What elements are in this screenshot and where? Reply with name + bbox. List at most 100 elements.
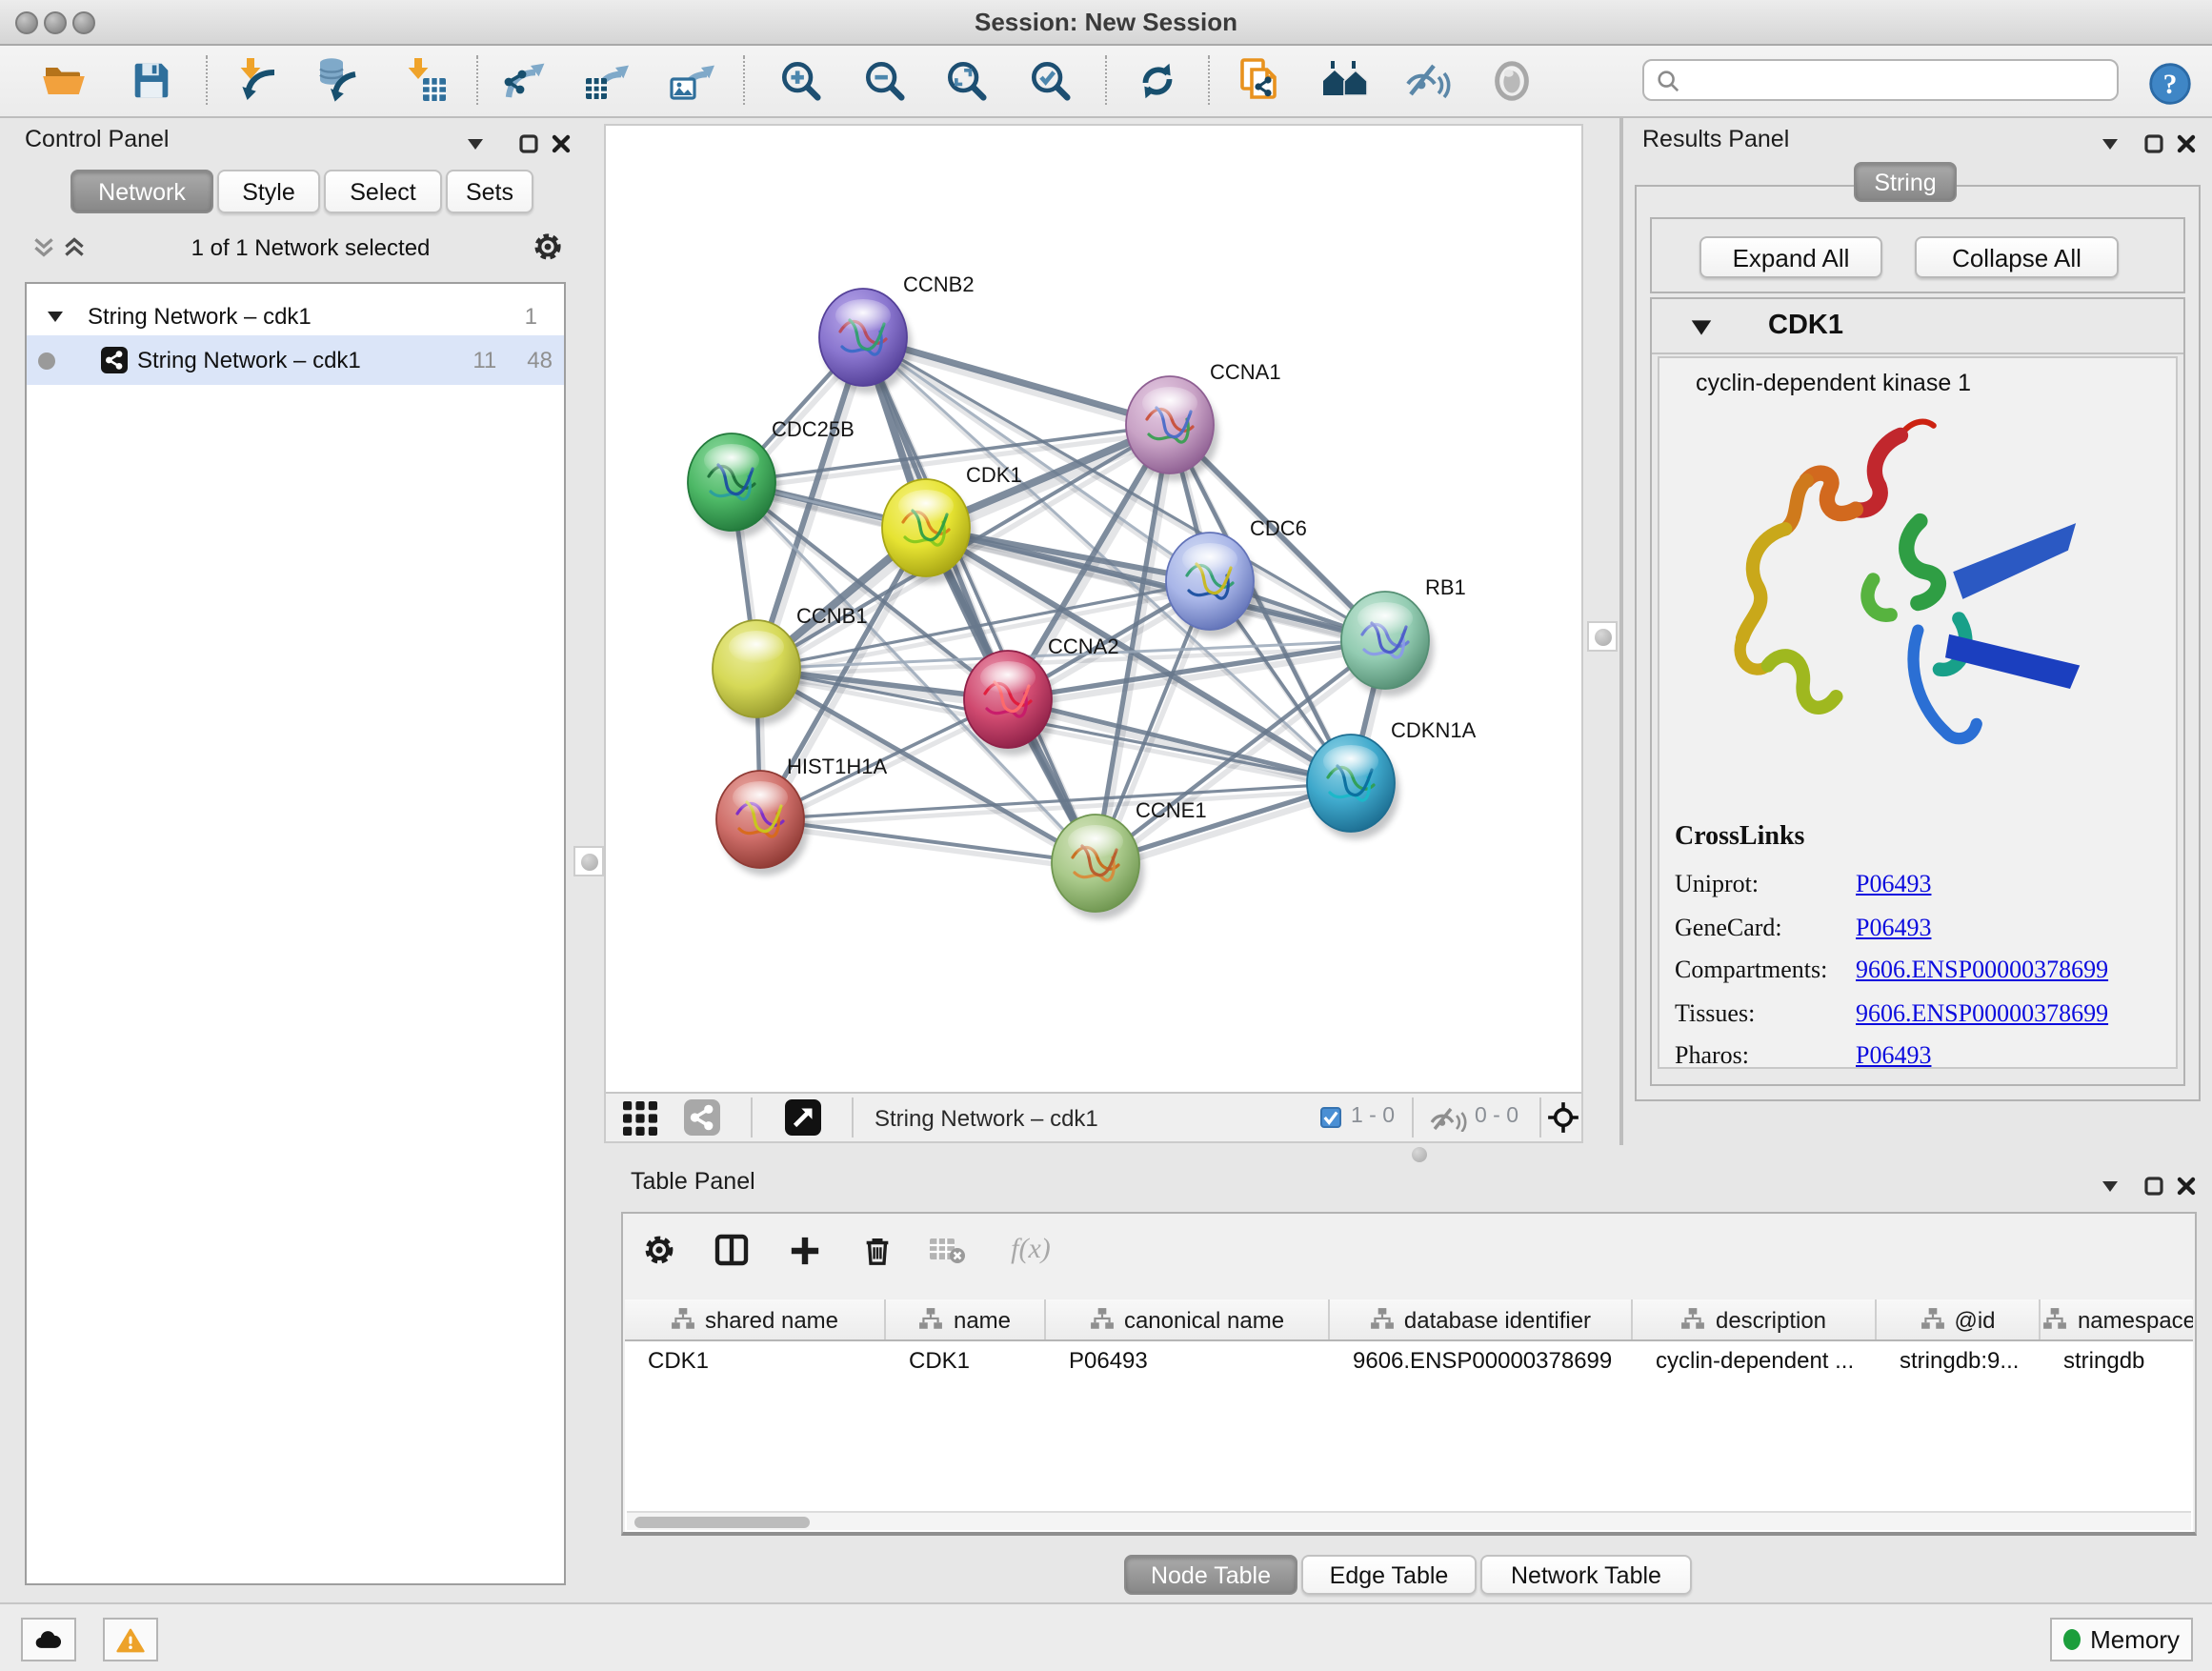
crosslink-link[interactable]: 9606.ENSP00000378699 <box>1856 998 2108 1029</box>
gene-card-header[interactable]: CDK1 <box>1652 299 2183 354</box>
zoom-selected-button[interactable] <box>1021 51 1078 109</box>
network-node-ccna1[interactable]: CCNA1 <box>1126 360 1281 481</box>
crosslink-link[interactable]: 9606.ENSP00000378699 <box>1856 956 2108 986</box>
collapse-all-button[interactable]: Collapse All <box>1915 236 2119 278</box>
export-network-button[interactable] <box>495 51 553 109</box>
network-graph[interactable]: CCNB2CCNA1CDC25BCDK1CDC6RB1CCNB1CCNA2CDK… <box>606 126 1581 1092</box>
results-panel-close-icon[interactable] <box>2176 133 2197 154</box>
column-header--id[interactable]: @id <box>1877 1299 2041 1339</box>
cloud-status-button[interactable] <box>21 1618 76 1661</box>
collapse-all-icon[interactable] <box>30 234 57 261</box>
zoom-fit-button[interactable] <box>937 51 995 109</box>
column-header-canonical-name[interactable]: canonical name <box>1046 1299 1330 1339</box>
table-panel-maximize-icon[interactable] <box>2143 1176 2164 1197</box>
tab-edge-table[interactable]: Edge Table <box>1301 1555 1477 1595</box>
tab-select[interactable]: Select <box>324 170 442 213</box>
table-cell: P06493 <box>1046 1346 1330 1373</box>
table-cell: 9606.ENSP00000378699 <box>1330 1346 1633 1373</box>
preview-sphere-button[interactable] <box>1482 51 1539 109</box>
tab-sets[interactable]: Sets <box>446 170 533 213</box>
column-header-database-identifier[interactable]: database identifier <box>1330 1299 1633 1339</box>
crosslink-link[interactable]: P06493 <box>1856 870 1931 900</box>
delete-column-trash-icon[interactable] <box>857 1231 895 1269</box>
node-gloss-highlight <box>704 444 759 476</box>
network-edge[interactable] <box>863 337 1096 863</box>
network-options-gear-icon[interactable] <box>532 231 564 263</box>
current-network-dot <box>38 352 55 369</box>
network-node-hist1h1a[interactable]: HIST1H1A <box>716 755 887 876</box>
selected-checkbox-icon[interactable] <box>1320 1107 1341 1128</box>
table-cell: stringdb:9... <box>1877 1346 2041 1373</box>
search-input[interactable] <box>1688 65 2105 95</box>
control-panel-splitter-handle[interactable] <box>573 846 604 876</box>
tab-network-table[interactable]: Network Table <box>1480 1555 1692 1595</box>
expand-all-button[interactable]: Expand All <box>1699 236 1882 278</box>
fit-move-crosshair-icon[interactable] <box>1547 1101 1579 1134</box>
eye-slash-wave-icon <box>1402 55 1452 105</box>
network-collection-row[interactable]: String Network – cdk1 1 <box>27 295 564 335</box>
tab-style[interactable]: Style <box>217 170 320 213</box>
network-node-rb1[interactable]: RB1 <box>1341 575 1466 696</box>
help-button[interactable]: ? <box>2142 55 2199 112</box>
open-session-button[interactable] <box>36 51 93 109</box>
column-type-icon <box>1920 1307 1944 1332</box>
gene-result-card: CDK1 cyclin-dependent kinase 1 <box>1650 297 2185 1086</box>
string-network-icon[interactable] <box>684 1099 720 1136</box>
network-node-ccnb2[interactable]: CCNB2 <box>819 272 975 393</box>
zoom-in-button[interactable] <box>772 51 829 109</box>
crosslink-link[interactable]: P06493 <box>1856 1041 1931 1070</box>
save-session-button[interactable] <box>122 51 179 109</box>
memory-button[interactable]: Memory <box>2050 1618 2193 1661</box>
column-header-name[interactable]: name <box>886 1299 1046 1339</box>
network-row-selected[interactable]: String Network – cdk1 11 48 <box>27 335 564 385</box>
create-column-plus-icon[interactable] <box>785 1231 823 1269</box>
tab-node-table[interactable]: Node Table <box>1124 1555 1297 1595</box>
crosslink-label: Uniprot: <box>1675 870 1856 900</box>
column-header-description[interactable]: description <box>1633 1299 1877 1339</box>
table-row[interactable]: CDK1CDK1P064939606.ENSP00000378699cyclin… <box>625 1341 2193 1378</box>
search-icon <box>1656 68 1680 92</box>
hide-selection-button[interactable] <box>1398 51 1456 109</box>
column-header-namespace[interactable]: namespace <box>2041 1299 2193 1339</box>
network-edge-count: 48 <box>527 347 553 373</box>
save-floppy-icon <box>127 56 174 104</box>
panel-divider <box>1619 118 1623 1145</box>
share-document-button[interactable] <box>1231 51 1288 109</box>
scrollbar-thumb[interactable] <box>634 1517 810 1528</box>
table-cell: CDK1 <box>625 1346 886 1373</box>
column-type-icon <box>1681 1307 1706 1332</box>
table-panel-close-icon[interactable] <box>2176 1176 2197 1197</box>
birdseye-view-icon[interactable] <box>785 1099 821 1136</box>
control-panel-maximize-icon[interactable] <box>518 133 539 154</box>
crosslink-link[interactable]: P06493 <box>1856 913 1931 943</box>
tab-string[interactable]: String <box>1854 162 1957 202</box>
zoom-out-button[interactable] <box>855 51 913 109</box>
import-network-from-database-button[interactable] <box>311 51 368 109</box>
show-columns-icon[interactable] <box>713 1231 751 1269</box>
table-panel-float-icon[interactable] <box>2100 1176 2121 1197</box>
refresh-network-button[interactable] <box>1128 51 1185 109</box>
warnings-button[interactable] <box>103 1618 158 1661</box>
expand-all-icon[interactable] <box>61 234 88 261</box>
control-panel-close-icon[interactable] <box>551 133 572 154</box>
grid-view-icon[interactable] <box>623 1101 657 1136</box>
table-panel-splitter-handle[interactable] <box>1404 1145 1435 1164</box>
hidden-eye-slash-icon <box>1429 1105 1467 1132</box>
results-panel-splitter-handle[interactable] <box>1587 621 1618 652</box>
results-panel-float-icon[interactable] <box>2100 133 2121 154</box>
results-panel-maximize-icon[interactable] <box>2143 133 2164 154</box>
network-node-cdkn1a[interactable]: CDKN1A <box>1307 718 1477 839</box>
home-button[interactable] <box>1317 51 1374 109</box>
import-table-button[interactable] <box>396 51 453 109</box>
export-table-button[interactable] <box>577 51 634 109</box>
column-type-icon <box>919 1307 944 1332</box>
tab-network[interactable]: Network <box>70 170 213 213</box>
collection-expander-icon[interactable] <box>46 306 65 325</box>
import-network-button[interactable] <box>229 51 286 109</box>
export-image-button[interactable] <box>663 51 720 109</box>
column-header-shared-name[interactable]: shared name <box>625 1299 886 1339</box>
control-panel-float-icon[interactable] <box>465 133 486 154</box>
table-settings-gear-icon[interactable] <box>640 1231 678 1269</box>
gene-card-expander-icon[interactable] <box>1690 318 1713 337</box>
crosslink-row: Pharos:P06493 <box>1675 1035 2170 1069</box>
